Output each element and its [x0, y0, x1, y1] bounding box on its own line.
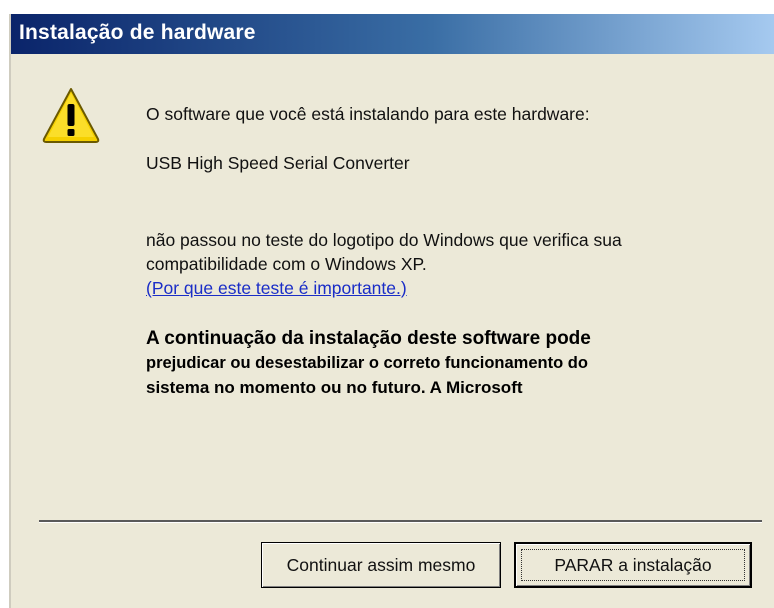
stop-installation-button[interactable]: PARAR a instalação — [514, 542, 752, 588]
intro-text: O software que você está instalando para… — [146, 104, 590, 124]
continue-anyway-button[interactable]: Continuar assim mesmo — [261, 542, 501, 588]
warning-text-line3: sistema no momento ou no futuro. A Micro… — [146, 378, 523, 397]
device-name: USB High Speed Serial Converter — [146, 153, 410, 173]
why-test-important-link[interactable]: (Por que este teste é importante.) — [146, 278, 407, 299]
focus-rectangle — [521, 549, 745, 581]
logo-test-text-line2: compatibilidade com o Windows XP. — [146, 254, 427, 274]
logo-test-text-line1: não passou no teste do logotipo do Windo… — [146, 230, 622, 250]
title-bar[interactable]: Instalação de hardware — [11, 14, 774, 54]
separator-line — [39, 520, 762, 523]
warning-icon — [41, 86, 101, 146]
warning-text-line2: prejudicar ou desestabilizar o correto f… — [146, 354, 588, 372]
hardware-install-dialog: Instalação de hardware O software que vo… — [9, 14, 774, 608]
window-title: Instalação de hardware — [19, 21, 256, 44]
warning-text-line1: A continuação da instalação deste softwa… — [146, 328, 591, 349]
continue-anyway-label: Continuar assim mesmo — [286, 554, 476, 575]
